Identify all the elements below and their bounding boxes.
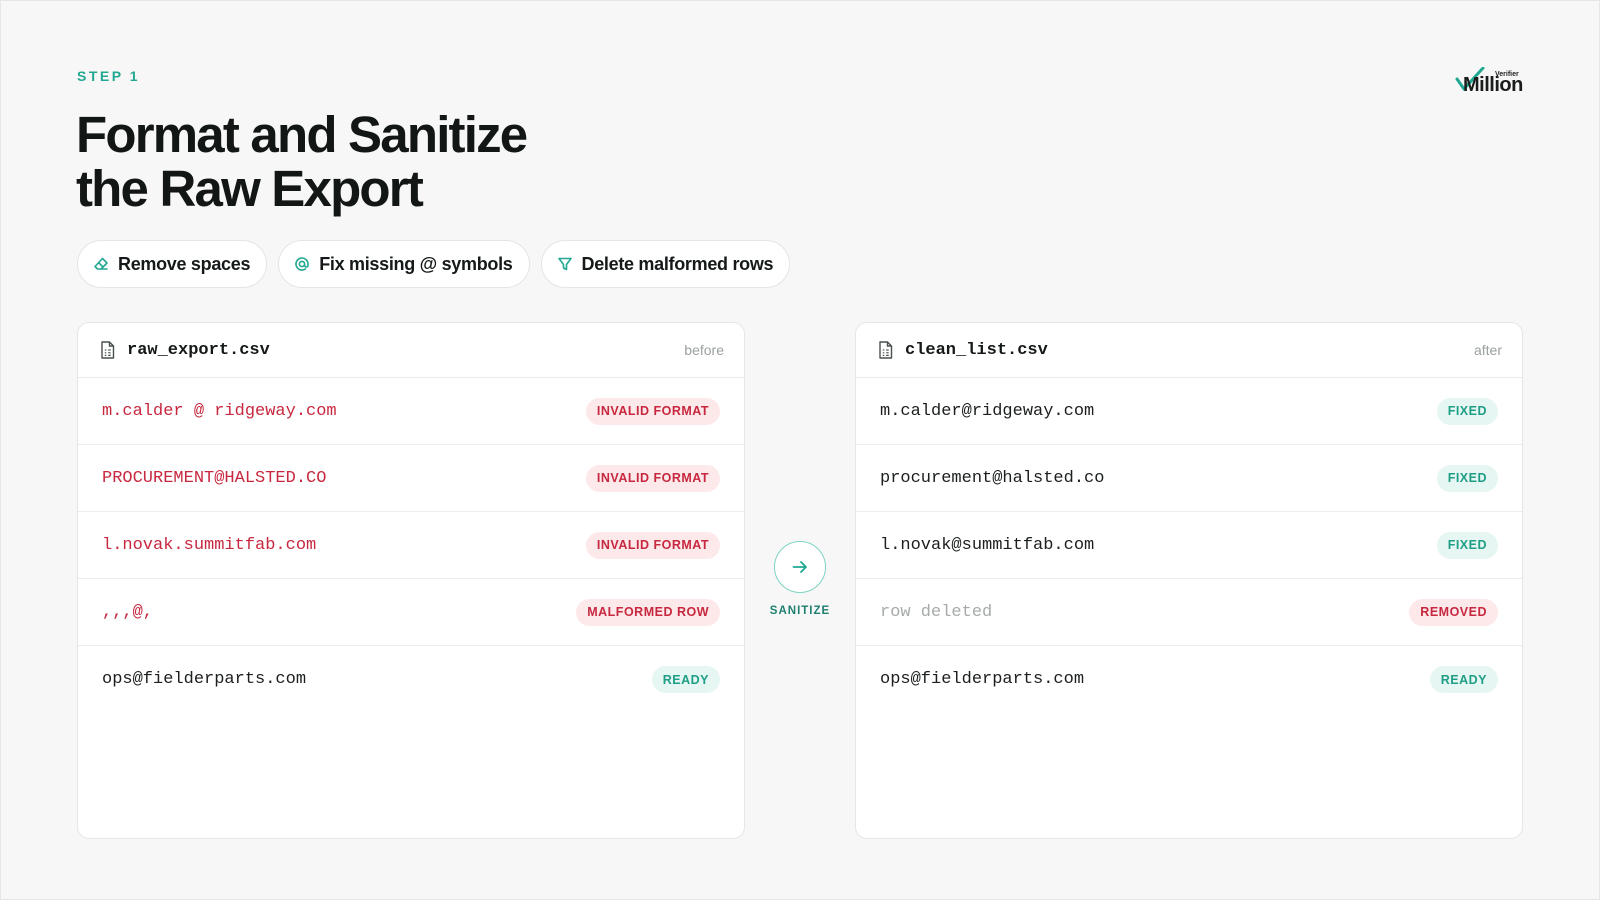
chip-delete-malformed-rows[interactable]: Delete malformed rows — [540, 240, 791, 288]
email-value: row deleted — [880, 602, 993, 622]
page-title: Format and Sanitize the Raw Export — [76, 108, 676, 216]
email-value: ops@fielderparts.com — [102, 670, 307, 689]
email-value: l.novak@summitfab.com — [880, 535, 1095, 555]
status-badge: INVALID FORMAT — [585, 397, 720, 425]
email-value: ,,,@, — [102, 602, 154, 622]
table-row: ,,,@, MALFORMED ROW — [78, 579, 744, 646]
chip-fix-at-symbols[interactable]: Fix missing @ symbols — [278, 240, 530, 288]
table-row: PROCUREMENT@HALSTED.CO INVALID FORMAT — [78, 445, 744, 512]
table-row: row deleted REMOVED — [856, 579, 1522, 646]
panel-tag: after — [1473, 342, 1502, 358]
status-badge: FIXED — [1436, 397, 1498, 425]
status-badge: INVALID FORMAT — [585, 464, 720, 492]
before-file-panel: raw_export.csv before m.calder @ ridgewa… — [77, 322, 745, 839]
status-badge: FIXED — [1436, 464, 1498, 492]
panel-tag: before — [684, 342, 724, 358]
table-row: ops@fielderparts.com READY — [856, 646, 1522, 713]
sanitize-button[interactable] — [774, 541, 826, 593]
status-badge: INVALID FORMAT — [585, 531, 720, 559]
logo-wordmark: Million — [1463, 74, 1523, 96]
file-name: clean_list.csv — [905, 340, 1048, 360]
email-value: ops@fielderparts.com — [880, 670, 1085, 689]
status-badge: MALFORMED ROW — [576, 598, 720, 626]
arrow-right-icon — [792, 561, 807, 573]
table-row: m.calder@ridgeway.com FIXED — [856, 378, 1522, 445]
chip-label: Fix missing @ symbols — [319, 253, 513, 274]
chip-remove-spaces[interactable]: Remove spaces — [77, 240, 268, 288]
table-row: m.calder @ ridgeway.com INVALID FORMAT — [78, 378, 744, 445]
chip-label: Delete malformed rows — [581, 253, 774, 274]
email-value: m.calder @ ridgeway.com — [102, 401, 337, 421]
table-row: l.novak.summitfab.com INVALID FORMAT — [78, 512, 744, 579]
eraser-icon — [94, 257, 108, 270]
sanitize-label: SANITIZE — [769, 605, 831, 617]
panel-header: clean_list.csv after — [856, 323, 1522, 378]
status-badge: READY — [651, 666, 720, 693]
file-name: raw_export.csv — [127, 340, 270, 360]
operations-chip-group: Remove spaces Fix missing @ symbols Dele… — [77, 240, 791, 288]
file-icon — [879, 341, 893, 359]
status-badge: READY — [1429, 666, 1498, 693]
at-icon — [295, 257, 309, 271]
brand-logo: Verifier Million — [1455, 65, 1525, 96]
title-line-1: Format and Sanitize — [76, 106, 528, 163]
table-row: ops@fielderparts.com READY — [78, 646, 744, 713]
email-value: m.calder@ridgeway.com — [880, 401, 1095, 421]
email-value: PROCUREMENT@HALSTED.CO — [102, 468, 327, 488]
table-row: procurement@halsted.co FIXED — [856, 445, 1522, 512]
after-file-panel: clean_list.csv after m.calder@ridgeway.c… — [855, 322, 1523, 839]
title-line-2: the Raw Export — [76, 160, 424, 217]
panel-header: raw_export.csv before — [78, 323, 744, 378]
step-label: STEP 1 — [77, 68, 140, 84]
email-value: l.novak.summitfab.com — [102, 535, 317, 555]
filter-icon — [557, 257, 572, 271]
status-badge: REMOVED — [1409, 598, 1498, 626]
chip-label: Remove spaces — [118, 253, 251, 274]
email-value: procurement@halsted.co — [880, 468, 1105, 488]
status-badge: FIXED — [1436, 531, 1498, 559]
file-icon — [101, 341, 115, 359]
table-row: l.novak@summitfab.com FIXED — [856, 512, 1522, 579]
